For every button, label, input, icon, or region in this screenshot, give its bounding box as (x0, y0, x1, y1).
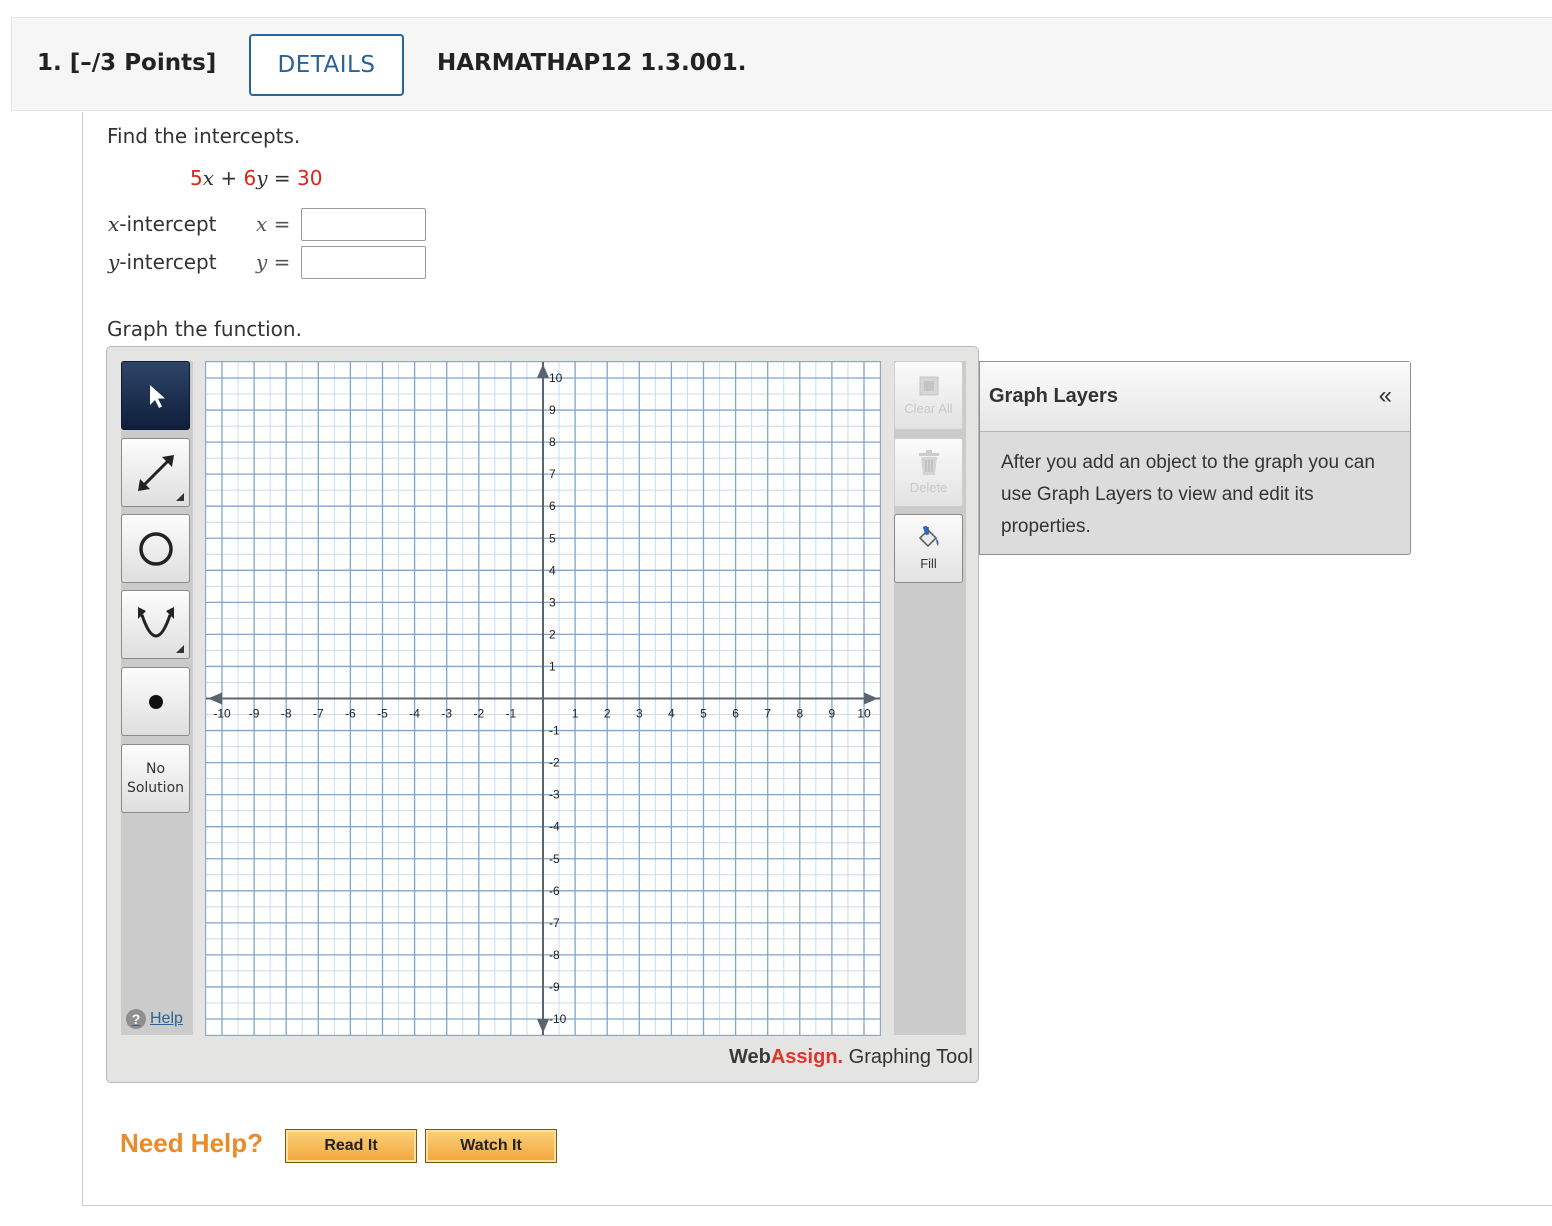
pointer-arrow-icon (149, 384, 165, 408)
y-tick-label: -6 (549, 884, 560, 898)
y-tick-label: 3 (549, 595, 556, 609)
y-tick-label: -7 (549, 916, 560, 930)
y-tick-label: -8 (549, 948, 560, 962)
no-solution-button[interactable]: No Solution (121, 744, 190, 813)
x-tick-label: 1 (572, 707, 579, 721)
graph-help-link[interactable]: ? Help (126, 1009, 183, 1029)
y-tick-label: -4 (549, 820, 560, 834)
x-tick-label: -7 (313, 707, 324, 721)
paint-bucket-icon (918, 526, 939, 548)
x-tick-label: 6 (732, 707, 739, 721)
x-axis-arrow-right-icon (864, 692, 878, 705)
graph-layers-panel: Graph Layers « After you add an object t… (979, 361, 1411, 555)
y-tick-label: 10 (549, 371, 563, 385)
collapse-icon[interactable]: « (1379, 382, 1392, 410)
y-tick-label: 7 (549, 467, 556, 481)
y-axis-arrow-down-icon (537, 1019, 549, 1033)
y-tick-label: 9 (549, 403, 556, 417)
read-it-button[interactable]: Read It (285, 1129, 417, 1163)
x-tick-label: 10 (857, 707, 871, 721)
y-tick-label: -3 (549, 788, 560, 802)
y-tick-label: -9 (549, 980, 560, 994)
fill-button[interactable]: Fill (894, 514, 963, 583)
parabola-tool-button[interactable] (121, 590, 190, 659)
y-intercept-input[interactable] (301, 246, 426, 279)
y-tick-label: -2 (549, 756, 560, 770)
points-label: [–/3 Points] (69, 50, 217, 76)
y-intercept-label: y-intercept (108, 250, 217, 274)
y-tick-label: 4 (549, 563, 556, 577)
watch-it-button[interactable]: Watch It (425, 1129, 557, 1163)
y-equals-label: y = (256, 250, 291, 274)
x-tick-label: 5 (700, 707, 707, 721)
x-tick-label: 4 (668, 707, 675, 721)
point-tool-icon (148, 694, 163, 709)
x-axis-arrow-left-icon (208, 692, 222, 705)
circle-tool-button[interactable] (121, 514, 190, 583)
need-help-label: Need Help? (120, 1128, 264, 1158)
x-tick-label: -3 (441, 707, 452, 721)
x-tick-label: -9 (249, 707, 260, 721)
trash-icon (918, 450, 939, 475)
parabola-tool-icon (137, 606, 174, 637)
question-number: 1. [–/3 Points] (37, 50, 217, 76)
y-tick-label: -1 (549, 724, 560, 738)
y-tick-label: 2 (549, 627, 556, 641)
y-tick-label: 1 (549, 659, 556, 673)
x-tick-label: 8 (796, 707, 803, 721)
x-tick-label: -8 (281, 707, 292, 721)
circle-tool-icon (138, 531, 173, 566)
y-tick-label: -5 (549, 852, 560, 866)
x-tick-label: 2 (604, 707, 611, 721)
line-tool-button[interactable] (121, 438, 190, 507)
y-axis-arrow-up-icon (537, 364, 549, 378)
graph-layers-title: Graph Layers (989, 385, 1118, 407)
x-tick-label: -1 (506, 707, 517, 721)
delete-button[interactable]: Delete (894, 438, 963, 507)
x-tick-label: -5 (377, 707, 388, 721)
point-tool-button[interactable] (121, 667, 190, 736)
question-code: HARMATHAP12 1.3.001. (437, 50, 747, 76)
submenu-indicator-icon (176, 645, 184, 653)
x-tick-label: -2 (473, 707, 484, 721)
x-equals-label: x = (256, 212, 291, 236)
graph-canvas[interactable]: -10 -9 -8 -7 -6 -5 -4 -3 -2 -1 1 2 3 4 5 6 7 8 9 10 10 9 8 7 6 5 4… (205, 361, 881, 1036)
graph-layers-message: After you add an object to the graph you… (1001, 452, 1375, 537)
x-intercept-label: x-intercept (108, 212, 217, 236)
equation: 5x + 6y = 30 (190, 166, 323, 190)
webassign-brand: WebAssign. Graphing Tool (729, 1046, 973, 1068)
clear-all-button[interactable]: Clear All (894, 361, 963, 430)
question-header (11, 17, 1552, 111)
x-tick-label: 7 (764, 707, 771, 721)
y-tick-label: 6 (549, 499, 556, 513)
x-tick-label: -4 (409, 707, 420, 721)
x-tick-label: 3 (636, 707, 643, 721)
clear-all-icon (919, 376, 938, 396)
x-tick-label: -6 (345, 707, 356, 721)
x-tick-label: -10 (213, 707, 231, 721)
submenu-indicator-icon (176, 493, 184, 501)
x-tick-label: 9 (829, 707, 836, 721)
details-button[interactable]: DETAILS (249, 34, 404, 96)
coordinate-grid[interactable]: -10 -9 -8 -7 -6 -5 -4 -3 -2 -1 1 2 3 4 5 6 7 8 9 10 10 9 8 7 6 5 4… (206, 362, 880, 1035)
help-icon: ? (126, 1009, 146, 1029)
graph-layers-header: Graph Layers « (980, 362, 1410, 432)
y-tick-label: 5 (549, 531, 556, 545)
pointer-tool-button[interactable] (121, 361, 190, 430)
y-tick-label: 8 (549, 435, 556, 449)
x-intercept-input[interactable] (301, 208, 426, 241)
y-tick-label: -10 (549, 1012, 567, 1026)
graph-prompt: Graph the function. (107, 317, 302, 341)
line-tool-icon (137, 454, 174, 491)
question-prompt: Find the intercepts. (107, 124, 301, 148)
